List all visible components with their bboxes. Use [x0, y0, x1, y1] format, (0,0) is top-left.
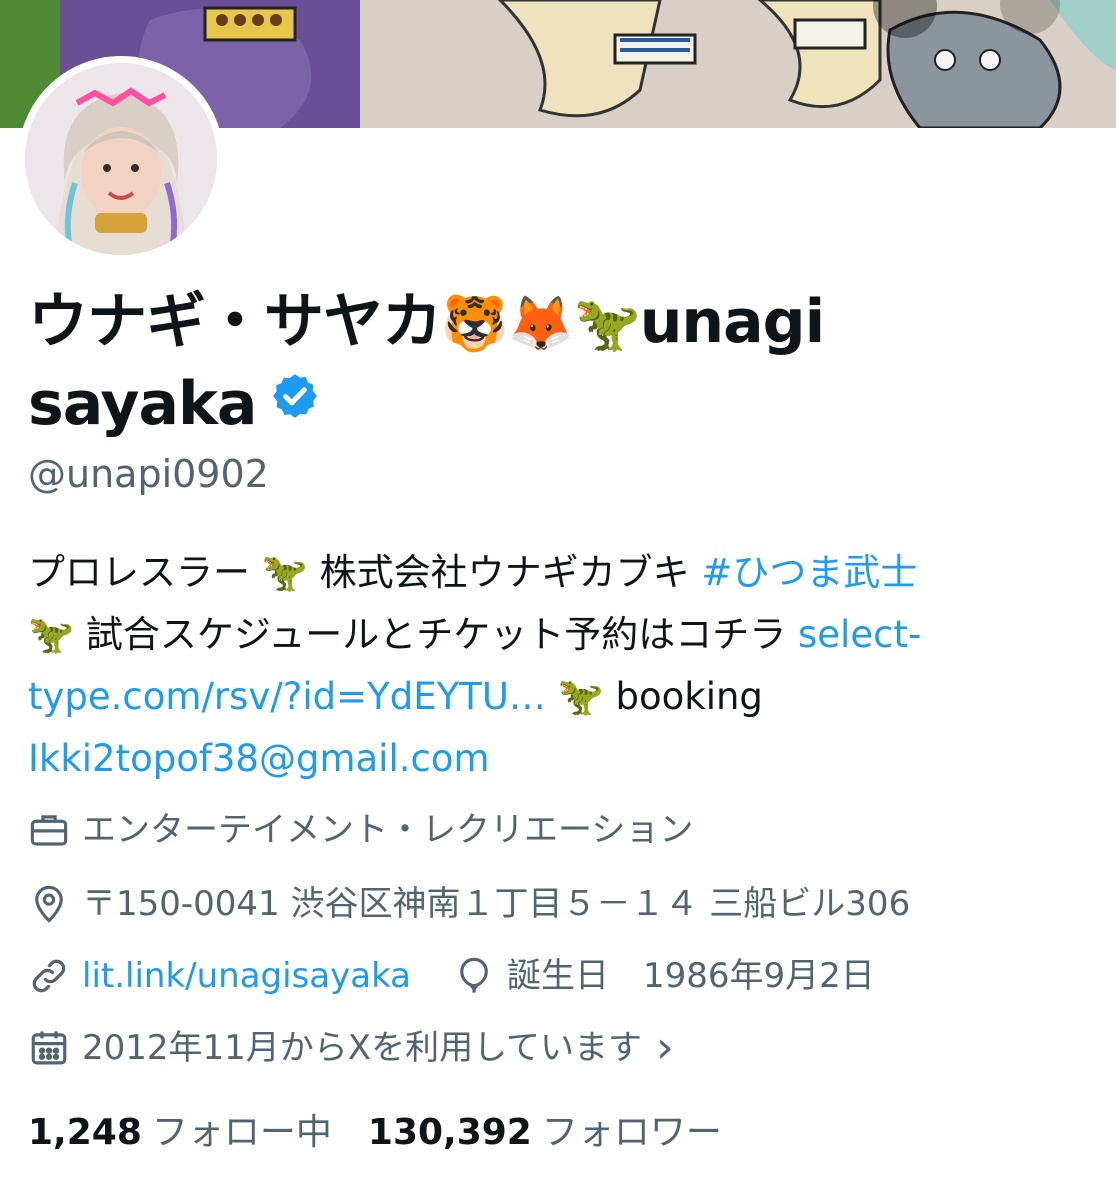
display-name-part2: unagi: [639, 287, 825, 357]
profile-bio: プロレスラー 🦖 株式会社ウナギカブキ #ひつま武士 🦖 試合スケジュールとチケ…: [28, 542, 1098, 790]
display-name: ウナギ・サヤカ🐯🦊🦖unagi sayaka: [28, 282, 1068, 447]
followers-link[interactable]: 130,392 フォロワー: [368, 1112, 722, 1153]
balloon-icon: [453, 955, 495, 997]
username-handle: @unapi0902: [28, 452, 269, 496]
profile-website-birthday-row: lit.link/unagisayaka 誕生日 1986年9月2日: [28, 952, 875, 1000]
profile-joined[interactable]: 2012年11月からXを利用しています ›: [28, 1024, 674, 1072]
verified-badge-icon[interactable]: [270, 361, 320, 441]
follow-stats: 1,248 フォロー中 130,392 フォロワー: [28, 1108, 722, 1158]
profile-location: 〒150-0041 渋谷区神南１丁目５－１４ 三船ビル306: [28, 880, 910, 928]
category-label: エンターテイメント・レクリエーション: [82, 810, 694, 850]
following-label: フォロー中: [151, 1112, 332, 1153]
bio-text-1: プロレスラー 🦖 株式会社ウナギカブキ: [28, 551, 702, 594]
display-name-part1: ウナギ・サヤカ: [28, 287, 442, 357]
following-link[interactable]: 1,248 フォロー中: [28, 1112, 332, 1153]
followers-label: フォロワー: [541, 1112, 722, 1153]
chevron-right-icon[interactable]: ›: [656, 1024, 674, 1072]
following-count: 1,248: [28, 1112, 142, 1153]
bio-hashtag-link[interactable]: #ひつま武士: [701, 551, 917, 594]
display-name-line2: sayaka: [28, 369, 257, 439]
briefcase-icon: [28, 809, 70, 851]
bio-text-2: 🦖 試合スケジュールとチケット予約はコチラ: [28, 613, 799, 656]
link-icon: [28, 955, 70, 997]
joined-label: 2012年11月からXを利用しています: [82, 1028, 643, 1068]
website-link[interactable]: lit.link/unagisayaka: [82, 952, 411, 1000]
location-label: 〒150-0041 渋谷区神南１丁目５－１４ 三船ビル306: [82, 884, 911, 924]
avatar[interactable]: [18, 56, 224, 262]
birthday-label: 誕生日 1986年9月2日: [507, 956, 875, 996]
bio-email-link[interactable]: Ikki2topof38@gmail.com: [28, 737, 490, 780]
calendar-icon: [28, 1027, 70, 1069]
profile-category: エンターテイメント・レクリエーション: [28, 806, 693, 854]
avatar-image: [25, 63, 217, 255]
bio-text-3: 🦖 booking: [545, 675, 763, 718]
location-pin-icon: [28, 883, 70, 925]
followers-count: 130,392: [367, 1112, 532, 1153]
display-name-emojis: 🐯🦊🦖: [441, 292, 641, 355]
